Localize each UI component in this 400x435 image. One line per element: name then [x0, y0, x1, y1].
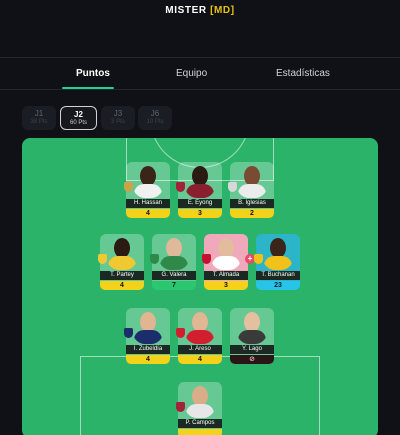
player-points: 4 — [178, 355, 222, 364]
club-badge-icon — [98, 254, 107, 264]
player-points: 4 — [126, 355, 170, 364]
player-name: T. Partey — [100, 271, 144, 280]
round-points: 10 Pts — [146, 119, 164, 125]
player-photo — [184, 308, 216, 344]
tab-estadisticas[interactable]: Estadísticas — [276, 68, 330, 79]
round-label: J1 — [34, 109, 44, 118]
round-chip-j3[interactable]: J3 3 Pts — [101, 106, 135, 130]
player-photo — [132, 308, 164, 344]
round-chip-j1[interactable]: J1 38 Pts — [22, 106, 56, 130]
player-points — [178, 429, 222, 435]
player-photo — [262, 234, 294, 270]
player-card[interactable]: + T. Almada 3 — [202, 234, 255, 290]
player-points: 3 — [178, 209, 222, 218]
tab-puntos[interactable]: Puntos — [76, 68, 110, 79]
player-points: 7 — [152, 281, 196, 290]
unavailable-icon: ⊘ — [230, 355, 274, 364]
player-name: P. Campos — [178, 419, 222, 428]
player-name: B. Iglesias — [230, 199, 274, 208]
player-card[interactable]: T. Partey 4 — [98, 234, 144, 290]
player-photo — [184, 162, 216, 198]
tabs-divider — [0, 89, 400, 90]
player-points: 4 — [100, 281, 144, 290]
player-photo — [236, 308, 268, 344]
club-badge-icon — [176, 402, 185, 412]
club-badge-icon — [124, 328, 133, 338]
tab-bar: Puntos Equipo Estadísticas — [0, 60, 400, 90]
round-label: J3 — [113, 109, 123, 118]
round-chip-j2[interactable]: J2 60 Pts — [60, 106, 97, 130]
round-points: 3 Pts — [111, 119, 125, 125]
round-points: 38 Pts — [30, 119, 48, 125]
club-badge-icon — [202, 254, 211, 264]
round-chip-j6[interactable]: J6 10 Pts — [138, 106, 172, 130]
player-name: E. Eyong — [178, 199, 222, 208]
club-badge-icon — [124, 182, 133, 192]
club-badge-icon — [254, 254, 263, 264]
round-label: J6 — [150, 109, 160, 118]
player-card[interactable]: Y. Lago ⊘ — [230, 308, 274, 364]
player-name: H. Hassan — [126, 199, 170, 208]
tab-equipo[interactable]: Equipo — [176, 68, 207, 79]
player-card[interactable]: P. Campos — [176, 382, 222, 435]
round-points: 60 Pts — [69, 120, 87, 126]
player-card[interactable]: G. Valera 7 — [150, 234, 196, 290]
player-name: T. Buchanan — [256, 271, 300, 280]
player-points: 23 — [256, 281, 300, 290]
player-name: T. Almada — [204, 271, 248, 280]
club-badge-icon — [228, 182, 237, 192]
club-badge-icon — [176, 328, 185, 338]
header-divider — [0, 57, 400, 58]
player-name: I. Zubeldía — [126, 345, 170, 354]
player-name: Y. Lago — [230, 345, 274, 354]
player-points: 4 — [126, 209, 170, 218]
player-card[interactable]: B. Iglesias 2 — [228, 162, 274, 218]
top-bar: MISTER [MD] — [0, 0, 400, 24]
football-pitch: H. Hassan 4 E. Eyong 3 B. Iglesias 2 T. … — [22, 138, 378, 435]
player-name: J. Areso — [178, 345, 222, 354]
player-points: 2 — [230, 209, 274, 218]
player-card[interactable]: I. Zubeldía 4 — [124, 308, 170, 364]
player-points: 3 — [204, 281, 248, 290]
round-label: J2 — [74, 110, 83, 119]
club-badge-icon — [176, 182, 185, 192]
player-card[interactable]: T. Buchanan 23 — [254, 234, 300, 290]
player-photo — [210, 234, 242, 270]
player-photo — [132, 162, 164, 198]
player-card[interactable]: J. Areso 4 — [176, 308, 222, 364]
player-photo — [236, 162, 268, 198]
player-name: G. Valera — [152, 271, 196, 280]
logo-text: MISTER — [165, 5, 207, 16]
club-badge-icon — [150, 254, 159, 264]
player-card[interactable]: H. Hassan 4 — [124, 162, 170, 218]
app-logo: MISTER [MD] — [165, 5, 235, 16]
player-photo — [106, 234, 138, 270]
player-photo — [184, 382, 216, 418]
player-card[interactable]: E. Eyong 3 — [176, 162, 222, 218]
logo-suffix: MD — [214, 5, 231, 16]
player-photo — [158, 234, 190, 270]
